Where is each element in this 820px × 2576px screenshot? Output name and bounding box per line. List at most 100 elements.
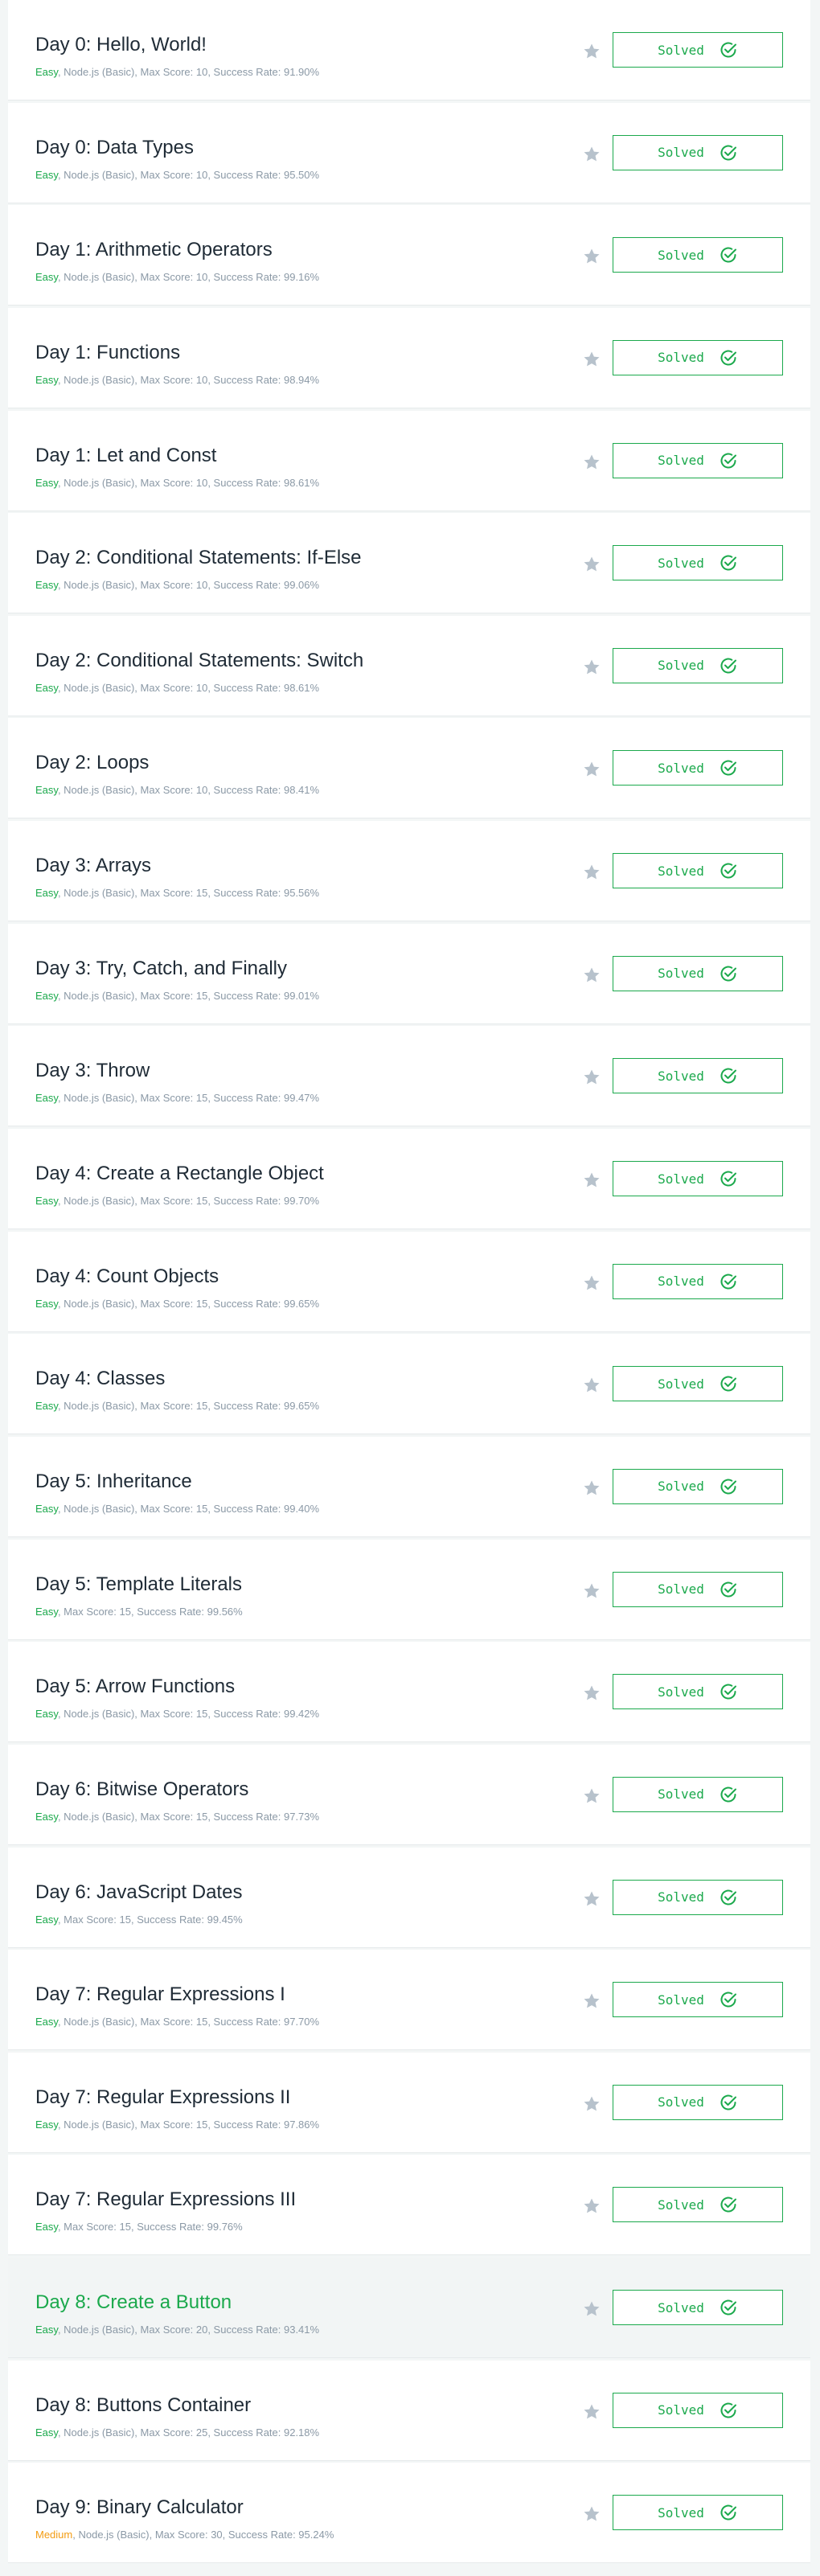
challenge-row[interactable]: Day 3: Throw Easy, Node.js (Basic), Max … [8, 1026, 810, 1127]
challenge-row[interactable]: Day 6: Bitwise Operators Easy, Node.js (… [8, 1744, 810, 1845]
challenge-row[interactable]: Day 3: Arrays Easy, Node.js (Basic), Max… [8, 821, 810, 922]
challenge-row[interactable]: Day 7: Regular Expressions I Easy, Node.… [8, 1950, 810, 2051]
challenge-row[interactable]: Day 4: Classes Easy, Node.js (Basic), Ma… [8, 1334, 810, 1435]
solved-button[interactable]: Solved [613, 1571, 783, 1607]
challenge-row[interactable]: Day 4: Create a Rectangle Object Easy, N… [8, 1129, 810, 1230]
star-icon[interactable] [582, 1889, 601, 1909]
challenge-title[interactable]: Day 1: Arithmetic Operators [35, 239, 273, 261]
star-icon[interactable] [582, 350, 601, 369]
solved-button[interactable]: Solved [613, 2495, 783, 2531]
challenge-title[interactable]: Day 3: Arrays [35, 855, 151, 877]
solved-button[interactable]: Solved [613, 1776, 783, 1812]
solved-button[interactable]: Solved [613, 32, 783, 68]
challenge-title[interactable]: Day 4: Create a Rectangle Object [35, 1163, 324, 1185]
solved-button[interactable]: Solved [613, 1468, 783, 1504]
challenge-title[interactable]: Day 7: Regular Expressions III [35, 2188, 296, 2211]
challenge-title[interactable]: Day 7: Regular Expressions II [35, 2086, 290, 2109]
solved-button[interactable]: Solved [613, 442, 783, 478]
challenge-row[interactable]: Day 0: Data Types Easy, Node.js (Basic),… [8, 102, 810, 203]
challenge-title[interactable]: Day 4: Classes [35, 1368, 165, 1390]
star-icon[interactable] [582, 1376, 601, 1395]
challenge-title[interactable]: Day 1: Let and Const [35, 445, 216, 467]
star-icon[interactable] [582, 760, 601, 779]
star-icon[interactable] [582, 966, 601, 985]
challenge-row[interactable]: Day 2: Loops Easy, Node.js (Basic), Max … [8, 718, 810, 819]
star-icon[interactable] [582, 42, 601, 61]
solved-button[interactable]: Solved [613, 1879, 783, 1915]
challenge-row[interactable]: Day 5: Arrow Functions Easy, Node.js (Ba… [8, 1642, 810, 1743]
solved-button[interactable]: Solved [613, 2084, 783, 2120]
star-icon[interactable] [582, 247, 601, 266]
challenge-title[interactable]: Day 2: Loops [35, 752, 149, 774]
solved-button[interactable]: Solved [613, 1982, 783, 2018]
challenge-row[interactable]: Day 6: JavaScript Dates Easy, Max Score:… [8, 1847, 810, 1948]
challenge-title[interactable]: Day 1: Functions [35, 342, 180, 364]
challenge-row[interactable]: Day 1: Functions Easy, Node.js (Basic), … [8, 307, 810, 408]
star-icon[interactable] [582, 1991, 601, 2011]
challenge-row[interactable]: Day 7: Regular Expressions III Easy, Max… [8, 2155, 810, 2256]
solved-button[interactable]: Solved [613, 339, 783, 375]
challenge-row[interactable]: Day 5: Template Literals Easy, Max Score… [8, 1539, 810, 1640]
solved-button[interactable]: Solved [613, 134, 783, 170]
challenge-title[interactable]: Day 5: Inheritance [35, 1471, 192, 1493]
solved-button[interactable]: Solved [613, 750, 783, 786]
star-icon[interactable] [582, 1068, 601, 1087]
challenge-title[interactable]: Day 6: Bitwise Operators [35, 1778, 248, 1801]
solved-button[interactable]: Solved [613, 2392, 783, 2428]
star-icon[interactable] [582, 145, 601, 164]
challenge-title[interactable]: Day 6: JavaScript Dates [35, 1881, 242, 1904]
challenge-title[interactable]: Day 8: Buttons Container [35, 2394, 251, 2417]
challenge-title[interactable]: Day 8: Create a Button [35, 2291, 232, 2314]
star-icon[interactable] [582, 1479, 601, 1498]
solved-button[interactable]: Solved [613, 237, 783, 273]
challenge-row[interactable]: Day 2: Conditional Statements: If-Else E… [8, 513, 810, 614]
challenge-row[interactable]: Day 8: Buttons Container Easy, Node.js (… [8, 2360, 810, 2461]
challenge-title[interactable]: Day 5: Arrow Functions [35, 1676, 235, 1698]
challenge-row[interactable]: Day 1: Let and Const Easy, Node.js (Basi… [8, 410, 810, 511]
challenge-title[interactable]: Day 3: Try, Catch, and Finally [35, 958, 287, 980]
solved-button[interactable]: Solved [613, 647, 783, 683]
star-icon[interactable] [582, 1786, 601, 1806]
solved-button[interactable]: Solved [613, 1161, 783, 1197]
star-icon[interactable] [582, 2299, 601, 2319]
challenge-title[interactable]: Day 5: Template Literals [35, 1573, 242, 1596]
challenge-title[interactable]: Day 3: Throw [35, 1060, 150, 1082]
challenge-row[interactable]: Day 0: Hello, World! Easy, Node.js (Basi… [8, 0, 810, 100]
star-icon[interactable] [582, 2197, 601, 2216]
challenge-title[interactable]: Day 2: Conditional Statements: Switch [35, 650, 363, 672]
star-icon[interactable] [582, 863, 601, 882]
star-icon[interactable] [582, 2504, 601, 2524]
challenge-row[interactable]: Day 4: Count Objects Easy, Node.js (Basi… [8, 1231, 810, 1332]
solved-button[interactable]: Solved [613, 1263, 783, 1299]
star-icon[interactable] [582, 2402, 601, 2422]
star-icon[interactable] [582, 2094, 601, 2114]
solved-button[interactable]: Solved [613, 1366, 783, 1402]
challenge-title[interactable]: Day 4: Count Objects [35, 1265, 219, 1288]
challenge-title[interactable]: Day 2: Conditional Statements: If-Else [35, 547, 362, 569]
challenge-title[interactable]: Day 7: Regular Expressions I [35, 1983, 285, 2006]
challenge-title[interactable]: Day 0: Data Types [35, 137, 194, 159]
solved-button[interactable]: Solved [613, 545, 783, 581]
challenge-row[interactable]: Day 2: Conditional Statements: Switch Ea… [8, 615, 810, 716]
star-icon[interactable] [582, 1684, 601, 1703]
star-icon[interactable] [582, 658, 601, 677]
challenge-row[interactable]: Day 9: Binary Calculator Medium, Node.js… [8, 2463, 810, 2564]
star-icon[interactable] [582, 453, 601, 472]
star-icon[interactable] [582, 555, 601, 574]
solved-button[interactable]: Solved [613, 1058, 783, 1094]
star-icon[interactable] [582, 1274, 601, 1293]
star-icon[interactable] [582, 1581, 601, 1601]
challenge-row[interactable]: Day 1: Arithmetic Operators Easy, Node.j… [8, 205, 810, 306]
challenge-row[interactable]: Day 8: Create a Button Easy, Node.js (Ba… [8, 2258, 810, 2359]
challenge-title[interactable]: Day 9: Binary Calculator [35, 2496, 244, 2519]
challenge-title[interactable]: Day 0: Hello, World! [35, 34, 207, 56]
challenge-row[interactable]: Day 3: Try, Catch, and Finally Easy, Nod… [8, 923, 810, 1024]
solved-button[interactable]: Solved [613, 2290, 783, 2326]
solved-button[interactable]: Solved [613, 853, 783, 889]
star-icon[interactable] [582, 1171, 601, 1190]
challenge-row[interactable]: Day 5: Inheritance Easy, Node.js (Basic)… [8, 1436, 810, 1537]
solved-button[interactable]: Solved [613, 2187, 783, 2223]
solved-button[interactable]: Solved [613, 955, 783, 991]
solved-button[interactable]: Solved [613, 1674, 783, 1710]
challenge-row[interactable]: Day 7: Regular Expressions II Easy, Node… [8, 2052, 810, 2153]
